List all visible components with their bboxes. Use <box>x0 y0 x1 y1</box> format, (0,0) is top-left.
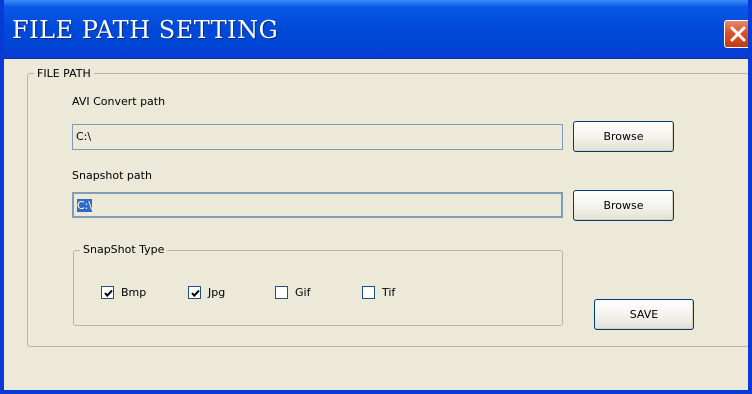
jpg-checkbox-box[interactable] <box>188 286 201 299</box>
snapshot-browse-button[interactable]: Browse <box>573 190 674 221</box>
tif-checkbox-label: Tif <box>382 286 396 299</box>
close-icon <box>730 26 746 42</box>
file-path-setting-dialog: FILE PATH SETTING FILE PATH AVI Convert … <box>0 0 752 394</box>
snapshot-path-label: Snapshot path <box>72 169 152 182</box>
checkmark-icon <box>191 289 200 298</box>
avi-convert-path-label: AVI Convert path <box>72 95 166 108</box>
file-path-group-legend: FILE PATH <box>34 67 94 80</box>
gif-checkbox-label: Gif <box>295 286 311 299</box>
title-bar[interactable]: FILE PATH SETTING <box>4 0 748 59</box>
tif-checkbox-box[interactable] <box>362 286 375 299</box>
avi-convert-path-value: C:\ <box>76 130 92 143</box>
window-title: FILE PATH SETTING <box>12 16 279 44</box>
snapshot-type-group-legend: SnapShot Type <box>80 243 168 256</box>
avi-browse-button[interactable]: Browse <box>573 121 674 152</box>
gif-checkbox-box[interactable] <box>275 286 288 299</box>
snapshot-path-value: C:\ <box>77 199 93 212</box>
bmp-checkbox-label: Bmp <box>121 286 147 299</box>
avi-convert-path-input[interactable]: C:\ <box>72 124 563 150</box>
snapshot-path-input[interactable]: C:\ <box>72 192 563 218</box>
close-button[interactable] <box>724 20 748 48</box>
save-button[interactable]: SAVE <box>594 299 694 330</box>
checkmark-icon <box>104 289 113 298</box>
jpg-checkbox-label: Jpg <box>208 286 226 299</box>
bmp-checkbox-box[interactable] <box>101 286 114 299</box>
snapshot-type-group <box>73 250 563 326</box>
